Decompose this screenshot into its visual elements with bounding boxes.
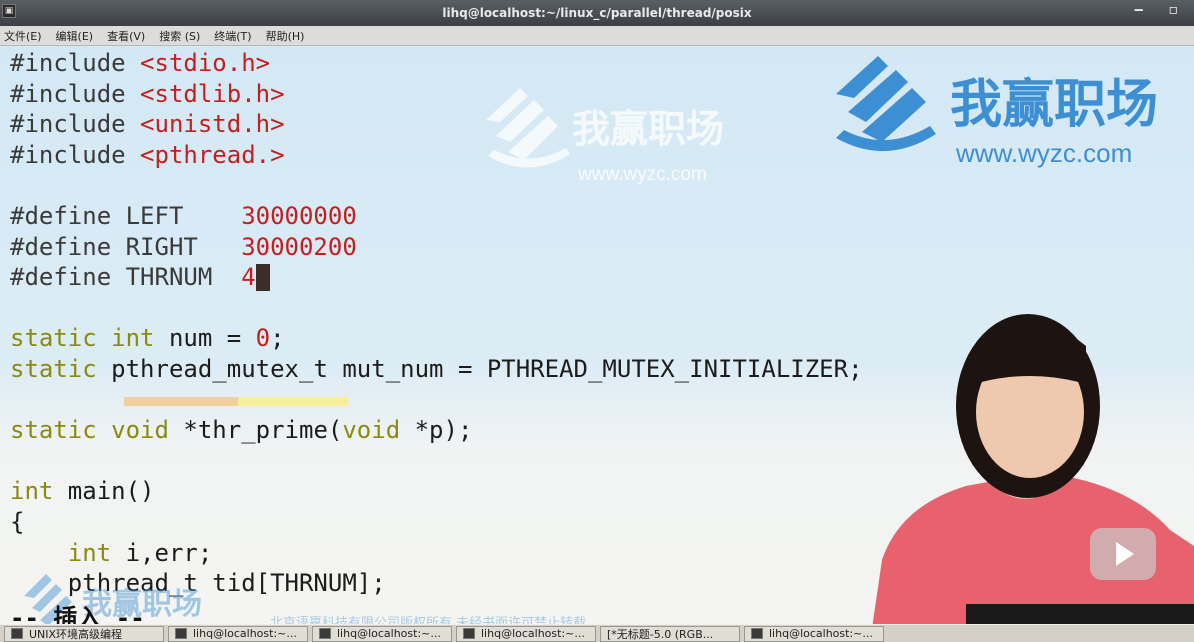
- code-token: i,err;: [125, 538, 213, 567]
- play-icon: [1116, 542, 1134, 566]
- window-icon: [11, 628, 23, 639]
- terminal-icon: [463, 628, 475, 639]
- svg-text:我赢职场: 我赢职场: [950, 75, 1158, 135]
- code-token: num =: [168, 324, 256, 353]
- copyright-watermark: 北京语赢科技有限公司版权所有 未经书面许可禁止转载: [270, 616, 587, 624]
- code-token: pthread_mutex_t mut_num = PTHREAD_MUTEX_…: [111, 355, 863, 383]
- menu-terminal[interactable]: 终端(T): [214, 28, 251, 44]
- code-line: #define LEFT 30000000: [10, 201, 357, 231]
- code-line: int main(): [10, 476, 155, 506]
- code-token: <stdio.h>: [140, 49, 271, 77]
- menu-file[interactable]: 文件(E): [4, 28, 42, 44]
- terminal-icon: [319, 628, 331, 639]
- code-token: 0: [255, 324, 271, 353]
- code-token: <stdlib.h>: [140, 79, 285, 108]
- code-line: static pthread_mutex_t mut_num = PTHREAD…: [10, 354, 863, 384]
- taskbar-item[interactable]: lihq@localhost:~...: [744, 625, 884, 642]
- highlight-bar: [238, 397, 348, 406]
- terminal-icon: ▣: [2, 4, 16, 18]
- code-token: #define RIGHT: [10, 232, 242, 261]
- code-token: 30000000: [241, 202, 357, 230]
- code-line: static int num = 0;: [10, 323, 285, 353]
- code-token: #include: [10, 140, 141, 169]
- watermark-url: www.wyzc.com: [578, 164, 707, 185]
- code-token: <unistd.h>: [140, 110, 285, 139]
- taskbar-item[interactable]: lihq@localhost:~...: [456, 625, 596, 642]
- terminal-icon: [175, 628, 187, 639]
- code-token: #include: [10, 79, 141, 108]
- code-token: main(): [67, 477, 155, 506]
- code-token: #include: [10, 49, 141, 77]
- code-line: #include <pthread.>: [10, 140, 285, 170]
- code-token: static: [10, 324, 112, 353]
- code-token: int: [10, 477, 68, 506]
- taskbar: UNIX环境高级编程 lihq@localhost:~... lihq@loca…: [0, 624, 1194, 642]
- window-titlebar[interactable]: ▣ lihq@localhost:~/linux_c/parallel/thre…: [0, 0, 1194, 26]
- code-line: static void *thr_prime(void *p);: [10, 415, 472, 445]
- vim-mode-indicator: -- 插入 --: [10, 604, 145, 624]
- code-token: 4: [241, 263, 256, 292]
- window-controls[interactable]: ‒ ▫: [1134, 2, 1188, 18]
- window-title: lihq@localhost:~/linux_c/parallel/thread…: [442, 6, 752, 20]
- code-token: <pthread.>: [140, 140, 285, 169]
- code-line: #define RIGHT 30000200: [10, 232, 357, 262]
- code-token: int: [67, 538, 126, 567]
- menu-edit[interactable]: 编辑(E): [56, 28, 94, 44]
- terminal-icon: [751, 628, 763, 639]
- svg-text:我赢职场: 我赢职场: [572, 107, 724, 151]
- code-token: *thr_prime(: [183, 416, 343, 445]
- presenter-video: [870, 314, 1194, 642]
- code-token: int: [111, 324, 169, 353]
- code-token: 30000200: [241, 232, 357, 261]
- highlight-bar: [124, 397, 238, 406]
- play-button[interactable]: [1090, 528, 1156, 580]
- code-token: void: [111, 416, 184, 445]
- code-token: *p);: [414, 416, 473, 445]
- code-line: #include <stdlib.h>: [10, 79, 285, 109]
- code-token: static: [10, 416, 112, 445]
- code-token: static: [10, 355, 112, 383]
- taskbar-item[interactable]: [*无标题-5.0 (RGB...: [600, 625, 740, 642]
- code-token: #define LEFT: [10, 202, 242, 230]
- taskbar-item[interactable]: UNIX环境高级编程: [4, 625, 164, 642]
- menu-view[interactable]: 查看(V): [107, 28, 145, 44]
- taskbar-item[interactable]: lihq@localhost:~...: [312, 625, 452, 642]
- code-token: #define THRNUM: [10, 263, 242, 292]
- code-line: #include <unistd.h>: [10, 109, 285, 139]
- code-token: void: [342, 416, 415, 445]
- menu-bar: 文件(E) 编辑(E) 查看(V) 搜索 (S) 终端(T) 帮助(H): [0, 26, 1194, 46]
- taskbar-item[interactable]: lihq@localhost:~...: [168, 625, 308, 642]
- code-token: #include: [10, 110, 141, 139]
- code-line: int i,err;: [10, 538, 213, 568]
- code-token: {: [10, 508, 25, 536]
- text-cursor: [255, 264, 270, 292]
- code-line: #include <stdio.h>: [10, 48, 270, 78]
- code-line: #define THRNUM 4: [10, 262, 270, 292]
- watermark-url: www.wyzc.com: [956, 138, 1133, 168]
- code-line: {: [10, 507, 24, 537]
- code-token: ;: [270, 324, 285, 353]
- menu-search[interactable]: 搜索 (S): [159, 28, 200, 44]
- menu-help[interactable]: 帮助(H): [266, 28, 305, 44]
